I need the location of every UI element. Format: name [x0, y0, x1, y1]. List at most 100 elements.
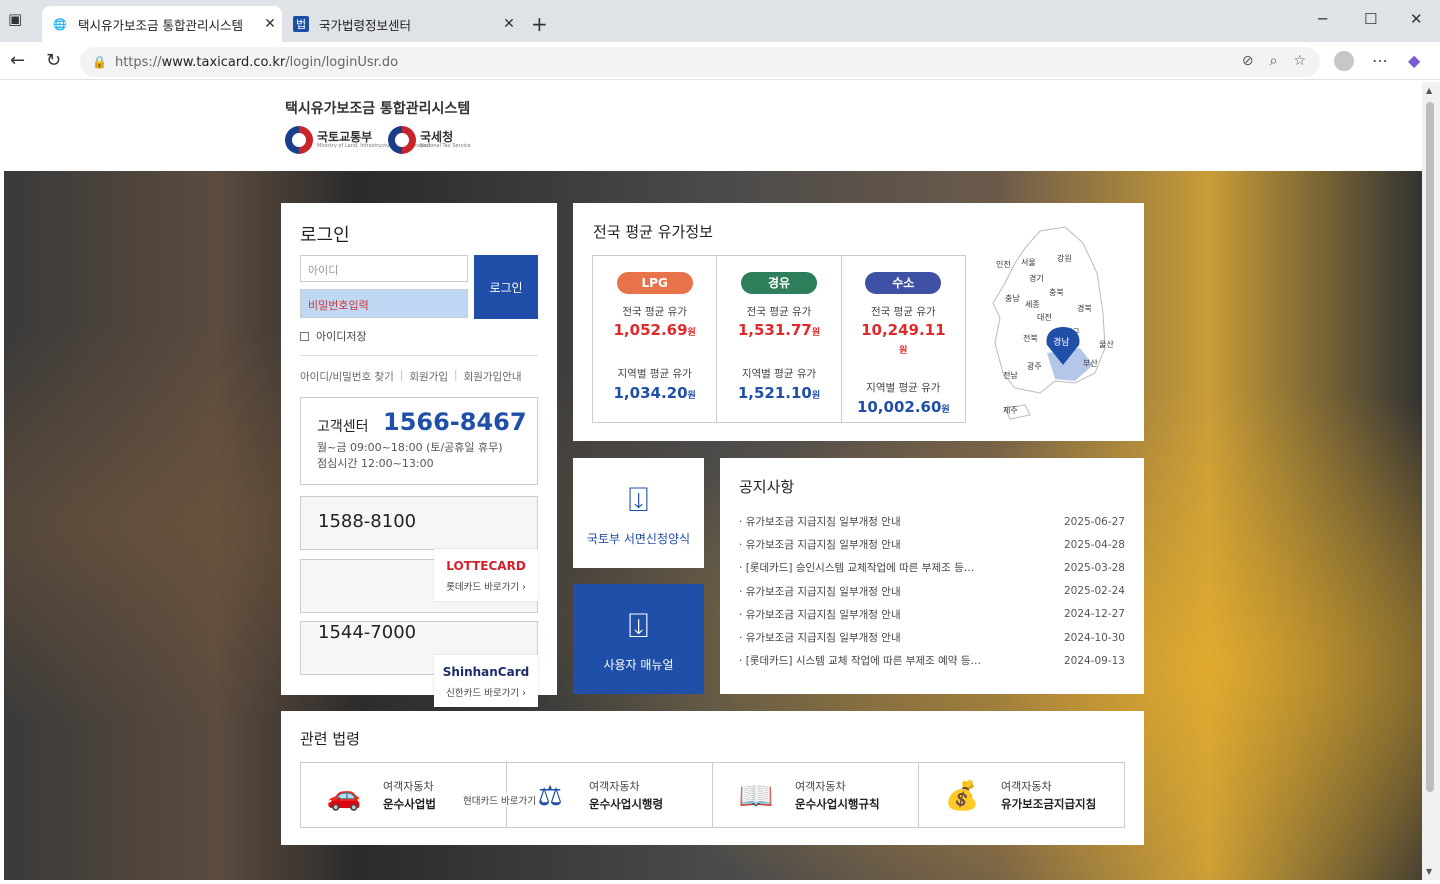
national-label: 전국 평균 유가 [746, 306, 812, 318]
camera-off-icon[interactable]: ⊘ [1242, 53, 1254, 69]
refresh-icon[interactable]: ↻ [46, 50, 61, 71]
region-chungnam[interactable]: 충남 [1005, 294, 1020, 303]
notice-title-text[interactable]: 유가보조금 지급지침 일부개정 안내 [739, 630, 1009, 645]
law-fuel-subsidy-guideline[interactable]: 💰 여객자동차 유가보조금지급지침 [919, 763, 1124, 827]
org-subtitle: National Tax Service [420, 143, 471, 149]
region-gyeonggi[interactable]: 경기 [1029, 273, 1044, 283]
copilot-icon[interactable]: ◆ [1408, 51, 1420, 70]
notice-item[interactable]: 유가보조금 지급지침 일부개정 안내 2025-06-27 [739, 510, 1125, 533]
signup-guide-link[interactable]: 회원가입안내 [464, 369, 522, 384]
window-close-icon[interactable]: ✕ [1410, 10, 1423, 28]
book-icon: 📖 [738, 778, 774, 812]
notice-title-text[interactable]: [롯데카드] 승인시스템 교체작업에 따른 부제조 등… [739, 560, 1009, 575]
tab-actions-icon[interactable]: ▣ [8, 10, 30, 32]
save-id-checkbox[interactable]: 아이디저장 [300, 328, 367, 344]
more-menu-icon[interactable]: ⋯ [1372, 51, 1388, 70]
shinhancard-link[interactable]: ShinhanCard 신한카드 바로가기 › [434, 655, 538, 707]
region-busan[interactable]: 부산 [1083, 358, 1098, 368]
selected-region[interactable]: 경남 [1053, 336, 1070, 348]
notice-title-text[interactable]: 유가보조금 지급지침 일부개정 안내 [739, 537, 1009, 552]
notice-title-text[interactable]: 유가보조금 지급지침 일부개정 안내 [739, 607, 1009, 622]
law-passenger-transport-act[interactable]: 🚗 여객자동차 운수사업법 현대카드 바로가기 › [301, 763, 543, 827]
zoom-icon[interactable]: ⌕ [1270, 53, 1278, 69]
scroll-thumb[interactable] [1426, 102, 1434, 792]
region-jeonbuk[interactable]: 전북 [1023, 333, 1038, 343]
tab-taxicard[interactable]: 🌐 택시유가보조금 통합관리시스템 ✕ [42, 6, 282, 42]
region-seoul[interactable]: 서울 [1021, 258, 1036, 267]
webpage: 택시유가보조금 통합관리시스템 국토교통부 Ministry of Land, … [4, 82, 1422, 880]
find-id-pw-link[interactable]: 아이디/비밀번호 찾기 [300, 369, 394, 384]
minimize-icon[interactable]: ─ [1318, 10, 1327, 28]
price-value: 1,521.10 [737, 384, 812, 402]
notice-item[interactable]: 유가보조금 지급지침 일부개정 안내 2025-02-24 [739, 580, 1125, 603]
notice-item[interactable]: 유가보조금 지급지침 일부개정 안내 2025-04-28 [739, 533, 1125, 556]
download-icon: ⍗ [628, 479, 649, 520]
notice-title-text[interactable]: 유가보조금 지급지침 일부개정 안내 [739, 514, 1009, 529]
download-icon: ⍗ [628, 605, 649, 646]
laws-row: 🚗 여객자동차 운수사업법 현대카드 바로가기 › ⚖ 여객자동차 운수사업시행령 … [300, 762, 1125, 828]
notice-title: 공지사항 [739, 478, 795, 496]
card-phone-number: 1588-8100 [318, 511, 417, 532]
close-tab-icon[interactable]: ✕ [258, 16, 282, 32]
region-gwangju[interactable]: 광주 [1027, 361, 1042, 371]
region-sejong[interactable]: 세종 [1025, 300, 1040, 309]
scroll-down-icon[interactable]: ▼ [1426, 867, 1432, 876]
scroll-up-icon[interactable]: ▲ [1426, 86, 1432, 95]
tab-law[interactable]: 법 국가법령정보센터 ✕ [283, 6, 521, 42]
login-button[interactable]: 로그인 [474, 255, 538, 319]
notice-item[interactable]: [롯데카드] 승인시스템 교체작업에 따른 부제조 등… 2025-03-28 [739, 556, 1125, 579]
notice-date: 2025-03-28 [1063, 561, 1125, 574]
favorite-star-icon[interactable]: ☆ [1293, 53, 1306, 69]
notice-item[interactable]: [롯데카드] 시스템 교체 작업에 따른 부제조 예약 등… 2024-09-13 [739, 649, 1125, 672]
address-bar-row: ← ↻ 🔒 https://www.taxicard.co.kr/login/l… [0, 42, 1440, 80]
law-enforcement-rules[interactable]: 📖 여객자동차 운수사업시행규칙 [713, 763, 919, 827]
user-manual-button[interactable]: ⍗ 사용자 매뉴얼 [573, 584, 704, 694]
notice-title-text[interactable]: [롯데카드] 시스템 교체 작업에 따른 부제조 예약 등… [739, 653, 1009, 668]
notice-title-text[interactable]: 유가보조금 지급지침 일부개정 안내 [739, 584, 1009, 599]
region-gyeongbuk[interactable]: 경북 [1077, 303, 1092, 313]
checkbox-icon[interactable] [300, 331, 309, 341]
national-price: 10,249.11 원 [842, 321, 965, 357]
back-icon[interactable]: ← [10, 50, 25, 71]
korea-region-map[interactable]: 인천 서울 강원 경기 충북 충남 세종 경북 대전 전북 대구 울산 광주 부… [985, 223, 1115, 423]
region-jeju[interactable]: 제주 [1003, 406, 1018, 415]
card-phone-number: 1544-7000 [318, 622, 417, 643]
region-gangwon[interactable]: 강원 [1057, 253, 1072, 263]
url-scheme: https:// [114, 54, 162, 70]
notice-date: 2024-09-13 [1063, 654, 1125, 667]
maximize-icon[interactable]: ☐ [1364, 10, 1377, 28]
profile-avatar-icon[interactable] [1334, 51, 1354, 75]
price-value: 1,052.69 [613, 321, 688, 339]
regional-label: 지역별 평균 유가 [617, 368, 692, 380]
law-line2: 유가보조금지급지침 [1001, 797, 1097, 811]
regional-label: 지역별 평균 유가 [741, 368, 817, 380]
region-ulsan[interactable]: 울산 [1099, 339, 1114, 349]
fuel-badge: LPG [616, 272, 693, 294]
fuel-title: 전국 평균 유가정보 [593, 223, 713, 241]
id-input[interactable]: 아이디 [300, 255, 468, 282]
customer-center-label: 고객센터 [317, 419, 369, 435]
password-input[interactable]: 비밀번호입력 [300, 289, 468, 318]
region-incheon[interactable]: 인천 [996, 259, 1011, 269]
signup-link[interactable]: 회원가입 [409, 369, 448, 384]
price-value: 1,531.77 [737, 321, 812, 339]
fuel-price-panel: 전국 평균 유가정보 LPG 전국 평균 유가 1,052.69원 지역별 평균… [573, 203, 1144, 441]
site-header: 택시유가보조금 통합관리시스템 국토교통부 Ministry of Land, … [4, 82, 1422, 171]
law-line1: 여객자동차 [1001, 780, 1052, 793]
region-chungbuk[interactable]: 충북 [1049, 288, 1064, 297]
region-daejeon[interactable]: 대전 [1037, 312, 1052, 322]
lottecard-link[interactable]: LOTTECARD 롯데카드 바로가기 › [434, 549, 538, 601]
region-jeonnam[interactable]: 전남 [1003, 370, 1018, 380]
regional-price: 10,002.60원 [842, 398, 965, 416]
close-tab-icon[interactable]: ✕ [497, 16, 521, 32]
notice-item[interactable]: 유가보조금 지급지침 일부개정 안내 2024-10-30 [739, 626, 1125, 649]
taegeuk-emblem-icon [285, 126, 313, 154]
notice-item[interactable]: 유가보조금 지급지침 일부개정 안내 2024-12-27 [739, 603, 1125, 626]
customer-center-hours: 월~금 09:00~18:00 (토/공휴일 휴무) 점심시간 12:00~13… [317, 440, 503, 472]
new-tab-icon[interactable]: + [531, 12, 548, 36]
org-nts-logo[interactable]: 국세청 National Tax Service [388, 126, 471, 154]
url-bar[interactable]: 🔒 https://www.taxicard.co.kr/login/login… [80, 47, 1320, 77]
page-scrollbar[interactable]: ▲ ▼ [1422, 82, 1440, 880]
law-enforcement-decree[interactable]: ⚖ 여객자동차 운수사업시행령 [507, 763, 713, 827]
molit-form-button[interactable]: ⍗ 국토부 서면신청양식 [573, 458, 704, 568]
